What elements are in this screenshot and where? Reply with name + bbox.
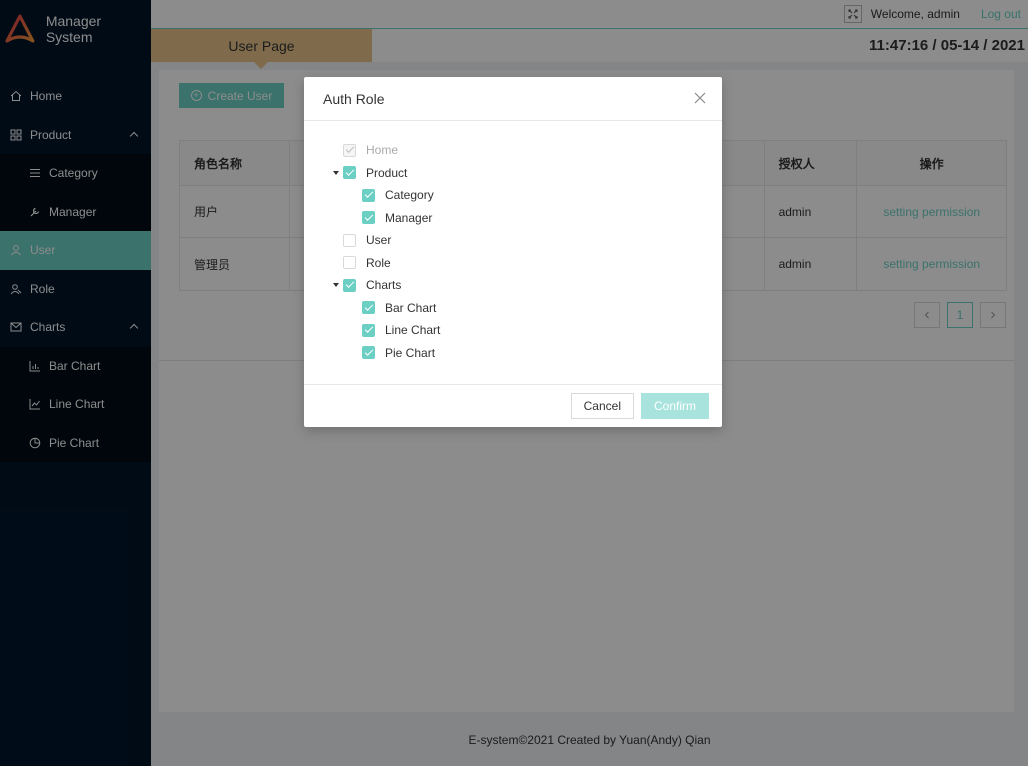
tree-node-label[interactable]: Manager [385,211,432,225]
checkbox[interactable] [362,323,375,337]
checkbox[interactable] [362,346,375,360]
tree-node-label[interactable]: Category [385,188,434,202]
caret-down-icon[interactable] [330,167,342,179]
modal-footer: Cancel Confirm [304,384,722,427]
confirm-button[interactable]: Confirm [640,393,709,419]
permission-tree: Home Product Category Manager User Role [304,121,722,364]
caret-down-icon[interactable] [330,279,342,291]
tree-node-label[interactable]: Role [366,256,391,270]
tree-node-charts[interactable]: Charts [330,274,722,297]
tree-node-category[interactable]: Category [330,184,722,207]
modal-header: Auth Role [304,77,722,121]
tree-node-label[interactable]: User [366,233,391,247]
tree-node-role[interactable]: Role [330,252,722,275]
auth-role-modal: Auth Role Home Product Category Manager … [304,77,722,427]
checkbox[interactable] [362,188,375,202]
checkbox[interactable] [343,278,356,292]
checkbox [343,143,356,157]
checkbox[interactable] [362,211,375,225]
cancel-button[interactable]: Cancel [570,393,634,419]
tree-node-label[interactable]: Line Chart [385,323,440,337]
tree-node-pie-chart[interactable]: Pie Chart [330,342,722,365]
tree-node-label[interactable]: Product [366,166,407,180]
tree-node-label[interactable]: Bar Chart [385,301,436,315]
checkbox[interactable] [362,301,375,315]
checkbox[interactable] [343,256,356,270]
tree-node-home: Home [330,139,722,162]
checkbox[interactable] [343,166,356,180]
close-icon[interactable] [694,92,706,104]
tree-node-label: Home [366,143,399,158]
tree-node-user[interactable]: User [330,229,722,252]
tree-node-bar-chart[interactable]: Bar Chart [330,297,722,320]
tree-node-label[interactable]: Pie Chart [385,346,435,360]
checkbox[interactable] [343,233,356,247]
modal-title: Auth Role [323,90,385,107]
tree-node-product[interactable]: Product [330,162,722,185]
tree-node-line-chart[interactable]: Line Chart [330,319,722,342]
tree-node-label[interactable]: Charts [366,278,401,292]
tree-node-manager[interactable]: Manager [330,207,722,230]
